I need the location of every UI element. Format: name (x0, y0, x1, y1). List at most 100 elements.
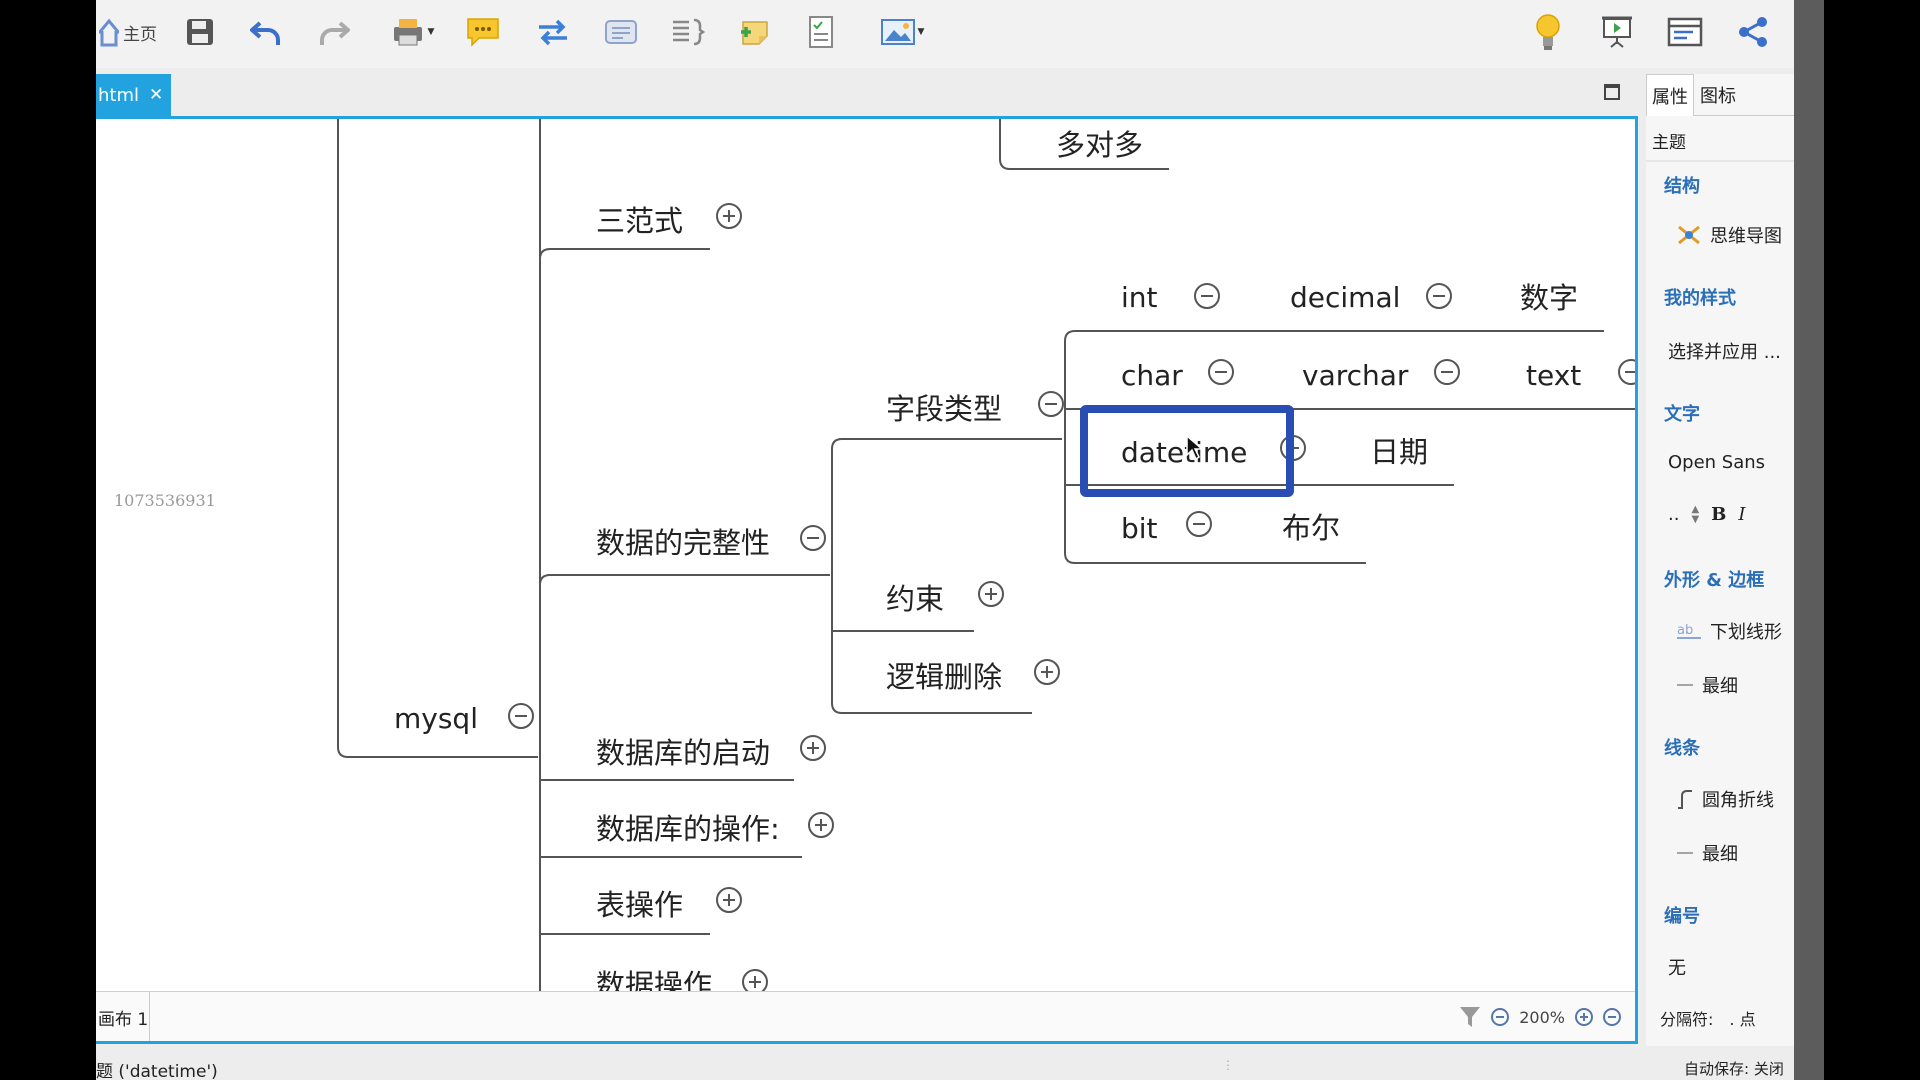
collapse-icon[interactable] (1186, 511, 1212, 537)
section-shape-border[interactable]: 外形 & 边框 (1664, 566, 1764, 592)
redo-button[interactable] (314, 12, 354, 52)
rounded-elbow-icon (1678, 790, 1692, 809)
tab-html[interactable]: html ✕ (96, 74, 171, 116)
collapse-icon[interactable] (1038, 391, 1064, 417)
collapse-icon[interactable] (1208, 359, 1234, 385)
lightbulb-icon (1536, 14, 1560, 50)
tab-icons[interactable]: 图标 (1694, 74, 1742, 116)
node-datetime[interactable]: datetime (1121, 439, 1247, 467)
node-data-operations[interactable]: 数据操作 (596, 971, 712, 992)
underline-shape-icon: ab (1677, 623, 1701, 639)
separator-select[interactable]: . 点 (1729, 1006, 1755, 1030)
section-text[interactable]: 文字 (1664, 400, 1700, 426)
undo-button[interactable] (246, 12, 286, 52)
zoom-controls: 200% (1459, 1004, 1621, 1030)
comment-button[interactable] (462, 12, 504, 52)
collapse-icon[interactable] (1434, 359, 1460, 385)
node-table-operations[interactable]: 表操作 (596, 891, 683, 920)
node-three-normal-forms[interactable]: 三范式 (596, 207, 683, 236)
node-db-startup[interactable]: 数据库的启动 (596, 739, 770, 768)
summary-button[interactable] (666, 12, 708, 52)
collapse-icon[interactable] (1194, 283, 1220, 309)
print-button[interactable]: ▼ (384, 12, 440, 52)
italic-button[interactable]: I (1738, 504, 1745, 525)
add-note-button[interactable] (734, 12, 776, 52)
autosave-status[interactable]: 自动保存: 关闭 (1684, 1058, 1784, 1079)
expand-icon[interactable] (800, 735, 826, 761)
border-width-select[interactable]: 最细 (1676, 672, 1738, 698)
collapse-icon[interactable] (800, 525, 826, 551)
idea-button[interactable] (1528, 12, 1568, 52)
font-format-row: .. ▲ ▼ B I (1668, 504, 1746, 525)
zoom-reset-icon[interactable] (1603, 1008, 1621, 1026)
node-char[interactable]: char (1121, 362, 1183, 390)
node-logical-delete[interactable]: 逻辑删除 (886, 663, 1002, 692)
section-lines[interactable]: 线条 (1664, 734, 1700, 760)
shape-select[interactable]: ab 下划线形 (1676, 618, 1782, 644)
relationship-button[interactable] (532, 12, 574, 52)
node-db-operations[interactable]: 数据库的操作: (596, 815, 780, 844)
app-window: 主页 ▼ ▼ html ✕ 1073536931 多对多 三范式 int dec… (96, 0, 1794, 1080)
node-mysql[interactable]: mysql (394, 705, 478, 733)
section-numbering[interactable]: 编号 (1664, 902, 1700, 928)
relationship-icon (539, 19, 567, 46)
undo-icon (250, 21, 280, 45)
expand-icon[interactable] (1034, 659, 1060, 685)
structure-value: 思维导图 (1710, 226, 1782, 247)
collapse-icon[interactable] (1426, 283, 1452, 309)
line-width-select[interactable]: 最细 (1676, 840, 1738, 866)
font-size-select[interactable]: .. (1668, 504, 1679, 525)
expand-icon[interactable] (716, 887, 742, 913)
node-int[interactable]: int (1121, 284, 1158, 312)
outline-view-button[interactable] (1664, 12, 1706, 52)
numbering-select[interactable]: 无 (1668, 954, 1686, 980)
node-field-types[interactable]: 字段类型 (886, 395, 1002, 424)
home-button[interactable]: 主页 (96, 12, 160, 52)
node-date[interactable]: 日期 (1370, 438, 1428, 467)
filter-icon[interactable] (1459, 1005, 1481, 1029)
my-style-select[interactable]: 选择并应用 ... (1668, 338, 1781, 364)
boundary-button[interactable] (600, 12, 642, 52)
node-decimal[interactable]: decimal (1290, 284, 1400, 312)
share-button[interactable] (1732, 12, 1774, 52)
tab-properties[interactable]: 属性 (1646, 74, 1694, 116)
stepper-icon[interactable]: ▲ ▼ (1691, 504, 1699, 525)
outline-icon (1667, 17, 1703, 47)
save-button[interactable] (180, 12, 220, 52)
expand-icon[interactable] (716, 203, 742, 229)
section-structure[interactable]: 结构 (1664, 172, 1700, 198)
line-style-select[interactable]: 圆角折线 (1676, 786, 1774, 812)
node-text[interactable]: text (1526, 362, 1581, 390)
node-varchar[interactable]: varchar (1302, 362, 1408, 390)
insert-image-button[interactable]: ▼ (870, 12, 934, 52)
zoom-in-icon[interactable] (1575, 1008, 1593, 1026)
bold-button[interactable]: B (1711, 504, 1726, 525)
mindmap-canvas[interactable]: 1073536931 多对多 三范式 int decimal 数字 char v… (96, 119, 1635, 991)
node-many-to-many[interactable]: 多对多 (1056, 131, 1143, 160)
node-number[interactable]: 数字 (1520, 284, 1578, 313)
sheet-tab[interactable]: 画布 1 (96, 992, 150, 1041)
collapse-icon[interactable] (1280, 435, 1306, 461)
expand-icon[interactable] (742, 969, 768, 991)
summary-icon (673, 18, 705, 46)
collapse-icon[interactable] (508, 703, 534, 729)
node-constraints[interactable]: 约束 (886, 585, 944, 614)
task-button[interactable] (800, 12, 842, 52)
note-icon (741, 21, 768, 45)
expand-icon[interactable] (978, 581, 1004, 607)
node-bit[interactable]: bit (1121, 515, 1158, 543)
canvas-frame: 1073536931 多对多 三范式 int decimal 数字 char v… (96, 116, 1638, 1044)
expand-icon[interactable] (808, 812, 834, 838)
section-my-style[interactable]: 我的样式 (1664, 284, 1736, 310)
zoom-out-icon[interactable] (1491, 1008, 1510, 1026)
maximize-icon[interactable] (1604, 84, 1620, 100)
chevron-down-icon: ▼ (427, 27, 435, 37)
presentation-button[interactable] (1596, 12, 1638, 52)
structure-select[interactable]: 思维导图 (1676, 222, 1782, 248)
node-boolean[interactable]: 布尔 (1282, 514, 1340, 543)
close-icon[interactable]: ✕ (149, 85, 163, 105)
font-select[interactable]: Open Sans (1668, 452, 1765, 473)
node-data-integrity[interactable]: 数据的完整性 (596, 529, 770, 558)
divider (1646, 160, 1794, 162)
resize-grip-icon[interactable]: ⋮ (1222, 1058, 1234, 1072)
